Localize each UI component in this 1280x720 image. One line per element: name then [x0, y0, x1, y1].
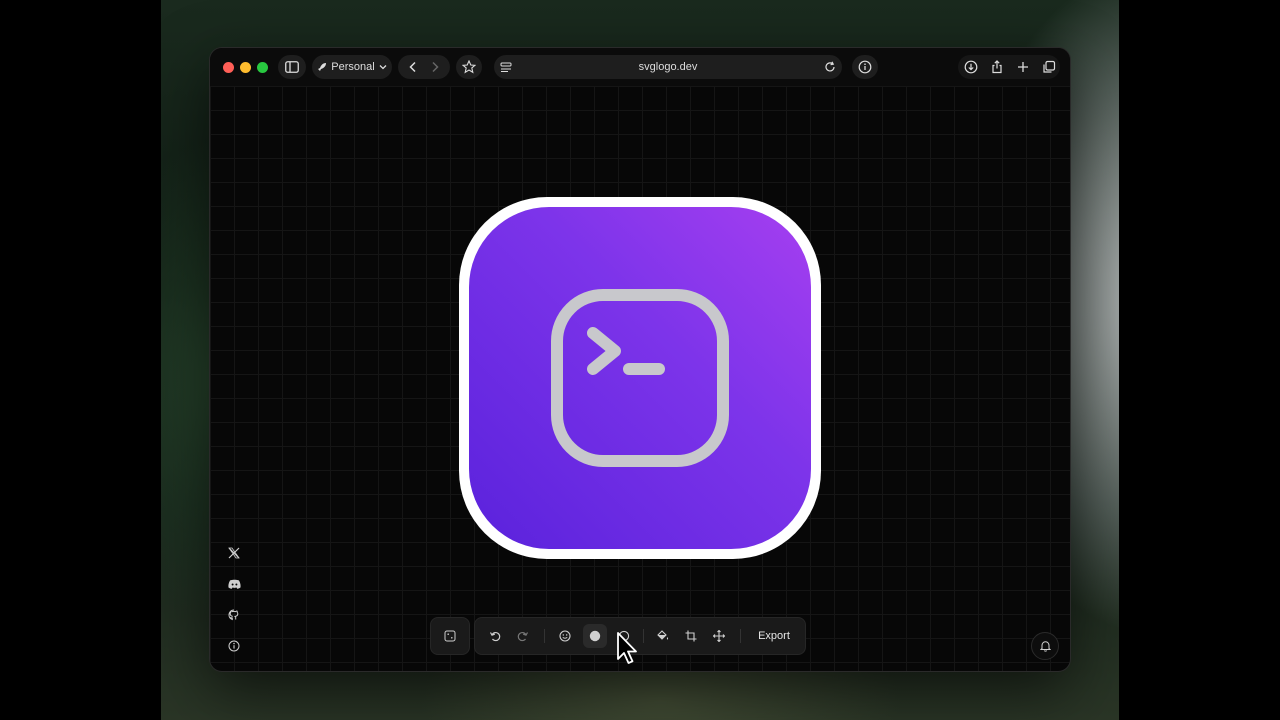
profile-button[interactable]: Personal	[312, 55, 392, 79]
download-icon	[964, 60, 978, 74]
close-window-button[interactable]	[223, 62, 234, 73]
background-fill-button[interactable]	[650, 624, 674, 648]
toolbar-divider	[544, 629, 545, 643]
discord-icon	[227, 579, 241, 589]
move-button[interactable]	[707, 624, 731, 648]
info-icon	[228, 640, 240, 652]
discord-link[interactable]	[222, 572, 246, 596]
random-logo-button[interactable]	[430, 617, 470, 655]
minimize-window-button[interactable]	[240, 62, 251, 73]
toolbar-divider	[740, 629, 741, 643]
site-info-button[interactable]	[852, 55, 878, 79]
share-button[interactable]	[985, 55, 1009, 79]
address-bar[interactable]: svglogo.dev	[494, 55, 842, 79]
fill-circle-icon	[589, 630, 601, 642]
export-button[interactable]: Export	[749, 624, 799, 648]
history-nav	[398, 55, 450, 79]
chevron-down-icon	[379, 65, 387, 70]
editor-toolbar: Export	[474, 617, 806, 655]
undo-icon	[489, 631, 501, 642]
forward-arrow-icon[interactable]	[429, 61, 441, 73]
fill-shape-button[interactable]	[583, 624, 607, 648]
url-text: svglogo.dev	[638, 61, 698, 73]
share-icon	[992, 60, 1002, 74]
paint-bucket-icon	[656, 630, 668, 640]
tabs-overview-icon	[1043, 60, 1056, 73]
toolbar-divider	[643, 629, 644, 643]
new-tab-button[interactable]	[1011, 55, 1035, 79]
tab-overview-button[interactable]	[1037, 55, 1061, 79]
smiley-icon	[559, 630, 571, 642]
redo-icon	[517, 631, 529, 642]
back-arrow-icon[interactable]	[407, 61, 419, 73]
move-icon	[713, 630, 725, 642]
bookmark-button[interactable]	[456, 55, 482, 79]
notifications-button[interactable]	[1031, 632, 1059, 660]
x-link[interactable]	[222, 541, 246, 565]
sidebar-icon	[285, 61, 299, 73]
x-icon	[228, 547, 240, 559]
icon-picker-button[interactable]	[553, 624, 577, 648]
terminal-square-icon	[551, 289, 729, 467]
reload-icon[interactable]	[824, 61, 836, 73]
rocket-icon	[318, 63, 327, 71]
crop-icon	[685, 630, 697, 642]
redo-button[interactable]	[511, 624, 535, 648]
page-settings-icon[interactable]	[500, 61, 512, 73]
dice-icon	[444, 630, 456, 642]
profile-label: Personal	[331, 61, 375, 73]
github-icon	[228, 609, 239, 621]
info-icon	[858, 60, 872, 74]
plus-icon	[1018, 62, 1028, 72]
bell-icon	[1039, 641, 1051, 652]
mouse-pointer-icon	[616, 631, 638, 672]
about-link[interactable]	[222, 634, 246, 658]
crop-button[interactable]	[679, 624, 703, 648]
github-link[interactable]	[222, 603, 246, 627]
browser-toolbar: Personal svglogo.dev	[210, 48, 1070, 86]
sidebar-toggle-button[interactable]	[278, 55, 306, 79]
undo-button[interactable]	[483, 624, 507, 648]
star-icon	[462, 60, 476, 74]
downloads-button[interactable]	[959, 55, 983, 79]
maximize-window-button[interactable]	[257, 62, 268, 73]
logo-preview	[469, 207, 811, 549]
